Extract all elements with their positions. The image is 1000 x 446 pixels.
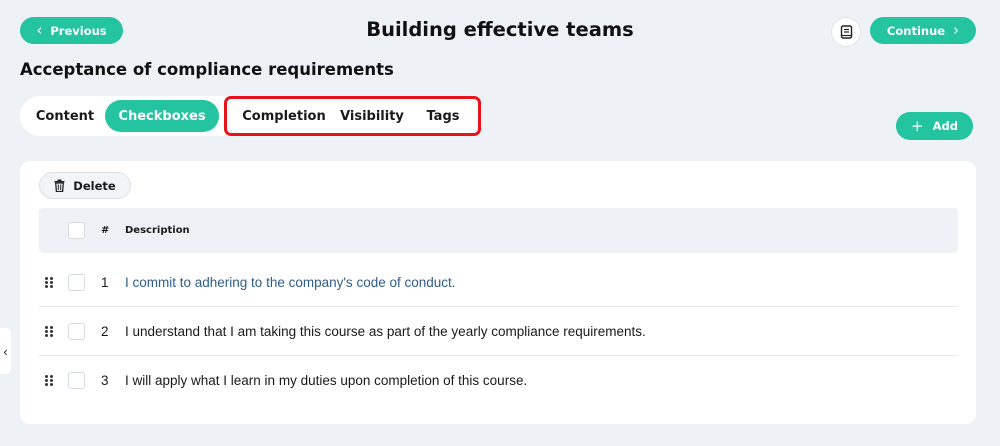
drag-handle-icon[interactable] bbox=[45, 277, 53, 288]
continue-label: Continue bbox=[886, 23, 946, 38]
delete-button[interactable]: Delete bbox=[39, 172, 131, 199]
row-description: I will apply what I learn in my duties u… bbox=[125, 373, 528, 388]
row-number: 1 bbox=[101, 275, 109, 290]
previous-label: Previous bbox=[50, 23, 107, 38]
chevron-right-icon: › bbox=[953, 21, 960, 39]
tab-bar: Content Checkboxes Completion Visibility… bbox=[20, 96, 482, 136]
table-row: 1 I commit to adhering to the company's … bbox=[39, 258, 958, 307]
tab-visibility[interactable]: Visibility bbox=[338, 100, 406, 132]
table-row: 2 I understand that I am taking this cou… bbox=[39, 307, 958, 356]
row-checkbox[interactable] bbox=[68, 372, 85, 389]
row-description: I understand that I am taking this cours… bbox=[125, 324, 646, 339]
add-button[interactable]: + Add bbox=[896, 112, 973, 140]
collapse-chevron-icon: ‹ bbox=[3, 343, 8, 359]
sidebar-toggle[interactable]: ‹ bbox=[0, 328, 11, 374]
previous-button[interactable]: ‹ Previous bbox=[20, 17, 123, 44]
row-number: 3 bbox=[101, 373, 109, 388]
section-title: Acceptance of compliance requirements bbox=[20, 60, 394, 79]
plus-icon: + bbox=[911, 117, 924, 135]
add-label: Add bbox=[932, 119, 958, 133]
row-checkbox[interactable] bbox=[68, 274, 85, 291]
tab-completion[interactable]: Completion bbox=[230, 100, 338, 132]
continue-button[interactable]: Continue › bbox=[870, 17, 976, 44]
column-description-header: Description bbox=[125, 225, 190, 236]
tab-content[interactable]: Content bbox=[25, 100, 105, 132]
drag-handle-icon[interactable] bbox=[45, 326, 53, 337]
checkbox-list-card: Delete # Description 1 I commit to adher… bbox=[20, 161, 976, 424]
row-description[interactable]: I commit to adhering to the company's co… bbox=[125, 275, 456, 290]
row-number: 2 bbox=[101, 324, 109, 339]
table-header: # Description bbox=[39, 208, 958, 253]
drag-handle-icon[interactable] bbox=[45, 375, 53, 386]
delete-label: Delete bbox=[73, 178, 116, 193]
table-row: 3 I will apply what I learn in my duties… bbox=[39, 356, 958, 405]
trash-icon bbox=[54, 179, 65, 192]
book-button[interactable] bbox=[831, 17, 861, 47]
column-number-header: # bbox=[101, 225, 110, 236]
chevron-left-icon: ‹ bbox=[36, 21, 43, 39]
tab-tags[interactable]: Tags bbox=[416, 100, 470, 132]
select-all-checkbox[interactable] bbox=[68, 222, 85, 239]
tab-checkboxes[interactable]: Checkboxes bbox=[105, 100, 219, 132]
row-checkbox[interactable] bbox=[68, 323, 85, 340]
page: ‹ Previous Building effective teams Cont… bbox=[0, 0, 1000, 446]
book-icon bbox=[840, 25, 852, 39]
